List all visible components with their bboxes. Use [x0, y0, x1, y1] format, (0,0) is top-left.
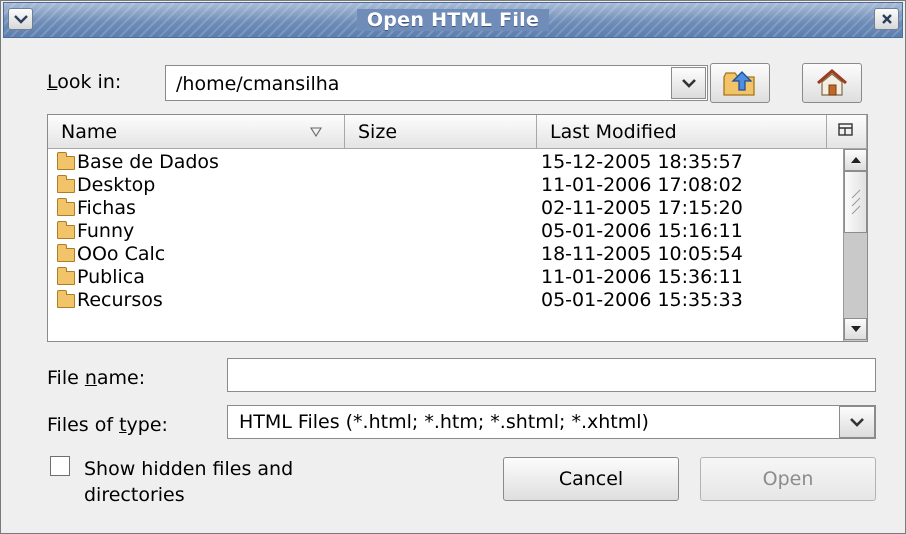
column-header-size-label: Size	[358, 121, 398, 143]
home-icon	[817, 69, 847, 96]
file-type-label: Files of type:	[47, 414, 168, 436]
folder-icon	[57, 244, 75, 262]
folder-icon	[57, 175, 75, 193]
file-name-cell: Fichas	[57, 197, 136, 219]
last-modified-cell: 18-11-2005 10:05:54	[541, 243, 743, 265]
chevron-down-icon	[681, 79, 696, 88]
vertical-scrollbar[interactable]	[843, 149, 867, 341]
file-type-selected: HTML Files (*.html; *.htm; *.shtml; *.xh…	[239, 411, 649, 433]
close-button[interactable]	[874, 8, 899, 30]
file-name-cell: Publica	[57, 266, 145, 288]
column-picker-icon	[838, 123, 853, 136]
file-name-cell: Recursos	[57, 289, 163, 311]
folder-icon	[57, 267, 75, 285]
scroll-down-button[interactable]	[844, 318, 867, 340]
arrow-down-icon	[850, 326, 861, 332]
column-header-name[interactable]: Name	[48, 115, 345, 149]
show-hidden-label[interactable]: Show hidden files and directories	[84, 456, 293, 508]
last-modified-cell: 05-01-2006 15:35:33	[541, 289, 743, 311]
look-in-dropdown-button[interactable]	[671, 67, 706, 99]
file-row[interactable]: Desktop 11-01-2006 17:08:02	[48, 174, 838, 197]
column-header-modified-label: Last Modified	[550, 121, 677, 143]
file-name-input[interactable]	[227, 358, 876, 392]
grip-icon	[851, 189, 860, 215]
chevron-down-icon	[850, 418, 864, 427]
scrollbar-thumb[interactable]	[844, 171, 867, 233]
column-picker-button[interactable]	[827, 115, 867, 149]
file-name-cell: OOo Calc	[57, 243, 165, 265]
file-row[interactable]: Fichas 02-11-2005 17:15:20	[48, 197, 838, 220]
cancel-button[interactable]: Cancel	[503, 457, 679, 501]
folder-icon	[57, 221, 75, 239]
show-hidden-label-line1: Show hidden files and	[84, 458, 294, 480]
file-name-cell: Base de Dados	[57, 151, 219, 173]
folder-up-icon	[723, 71, 755, 96]
last-modified-cell: 05-01-2006 15:16:11	[541, 220, 743, 242]
show-hidden-checkbox[interactable]	[50, 456, 70, 476]
window-title: Open HTML File	[4, 9, 902, 31]
open-button[interactable]: Open	[700, 457, 876, 501]
file-row[interactable]: Recursos 05-01-2006 15:35:33	[48, 289, 838, 312]
file-type-dropdown-button[interactable]	[839, 406, 875, 438]
file-name-label: File name:	[47, 367, 146, 389]
scroll-up-button[interactable]	[844, 149, 867, 171]
last-modified-cell: 11-01-2006 17:08:02	[541, 174, 743, 196]
file-name-text: Fichas	[77, 197, 136, 219]
file-row[interactable]: Base de Dados 15-12-2005 18:35:57	[48, 151, 838, 174]
look-in-combo[interactable]: /home/cmansilha	[165, 65, 708, 101]
file-name-text: Funny	[77, 220, 135, 242]
file-row[interactable]: Publica 11-01-2006 15:36:11	[48, 266, 838, 289]
cancel-button-label: Cancel	[558, 468, 624, 490]
file-name-text: Publica	[77, 266, 145, 288]
file-name-text: Base de Dados	[77, 151, 219, 173]
close-icon	[881, 14, 892, 24]
last-modified-cell: 15-12-2005 18:35:57	[541, 151, 743, 173]
column-header-last-modified[interactable]: Last Modified	[537, 115, 827, 149]
column-header-name-label: Name	[61, 121, 118, 143]
file-name-text: OOo Calc	[77, 243, 166, 265]
file-list[interactable]: Name Size Last Modified Base de Dados 15-…	[47, 114, 868, 342]
file-name-cell: Desktop	[57, 174, 155, 196]
look-in-label: Look in:	[47, 71, 122, 93]
title-bar[interactable]: Open HTML File	[3, 2, 903, 38]
file-type-combo[interactable]: HTML Files (*.html; *.htm; *.shtml; *.xh…	[227, 405, 876, 439]
open-file-dialog: Open HTML File Look in: /home/cmansilha	[0, 0, 906, 534]
file-name-text: Recursos	[77, 289, 163, 311]
folder-icon	[57, 152, 75, 170]
sort-descending-icon	[310, 127, 322, 137]
parent-directory-button[interactable]	[710, 63, 770, 103]
folder-icon	[57, 198, 75, 216]
column-header-size[interactable]: Size	[345, 115, 537, 149]
file-name-cell: Funny	[57, 220, 134, 242]
show-hidden-label-line2: directories	[84, 484, 185, 506]
arrow-up-icon	[850, 157, 861, 163]
file-row[interactable]: OOo Calc 18-11-2005 10:05:54	[48, 243, 838, 266]
folder-icon	[57, 290, 75, 308]
home-button[interactable]	[802, 63, 862, 103]
look-in-path: /home/cmansilha	[176, 73, 340, 95]
file-row[interactable]: Funny 05-01-2006 15:16:11	[48, 220, 838, 243]
open-button-label: Open	[762, 468, 814, 490]
last-modified-cell: 02-11-2005 17:15:20	[541, 197, 743, 219]
last-modified-cell: 11-01-2006 15:36:11	[541, 266, 743, 288]
file-name-text: Desktop	[77, 174, 156, 196]
